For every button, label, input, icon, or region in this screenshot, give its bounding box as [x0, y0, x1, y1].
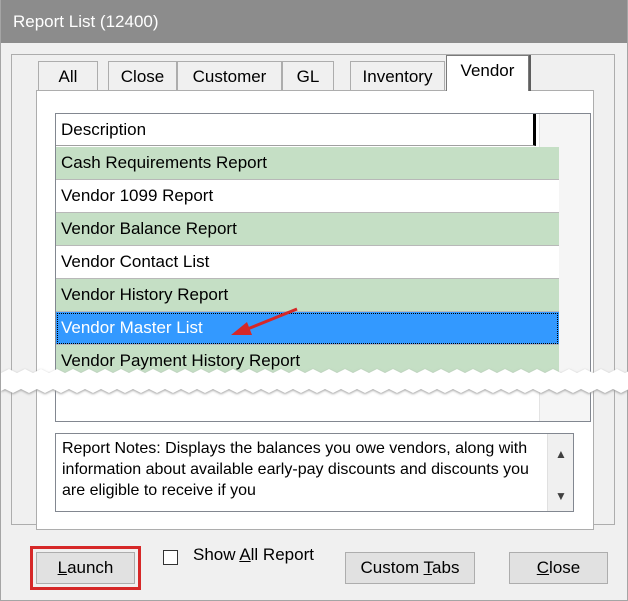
- report-notes-text: Report Notes: Displays the balances you …: [62, 440, 529, 499]
- launch-button[interactable]: Launch: [36, 552, 135, 584]
- list-item[interactable]: Vendor Balance Report: [56, 213, 559, 246]
- torn-edge-divider: [1, 369, 628, 394]
- list-item[interactable]: Cash Requirements Report: [56, 147, 559, 180]
- report-list-window: Report List (12400) All Close Customer G…: [0, 0, 628, 601]
- list-item[interactable]: Vendor 1099 Report: [56, 180, 559, 213]
- show-all-report-checkbox[interactable]: [163, 550, 178, 565]
- window-title: Report List (12400): [1, 0, 627, 43]
- red-arrow-icon: [231, 307, 298, 335]
- tab-customer[interactable]: Customer: [177, 61, 282, 93]
- column-header-description[interactable]: Description: [56, 114, 536, 146]
- custom-tabs-button[interactable]: Custom Tabs: [345, 552, 475, 584]
- tab-inventory[interactable]: Inventory: [350, 61, 445, 93]
- scroll-down-arrow-icon[interactable]: ▼: [548, 486, 573, 507]
- tab-close[interactable]: Close: [108, 61, 177, 93]
- tab-all[interactable]: All: [38, 61, 98, 93]
- tab-vendor[interactable]: Vendor: [446, 55, 529, 91]
- list-item[interactable]: Vendor Contact List: [56, 246, 559, 279]
- scroll-up-arrow-icon[interactable]: ▲: [548, 444, 573, 465]
- report-notes[interactable]: Report Notes: Displays the balances you …: [55, 433, 574, 512]
- show-all-report-label[interactable]: Show All Report: [193, 545, 314, 565]
- notes-scrollbar[interactable]: ▲ ▼: [547, 434, 573, 511]
- list-item-selected[interactable]: Vendor Master List: [56, 312, 559, 345]
- list-item[interactable]: Vendor History Report: [56, 279, 559, 312]
- close-button[interactable]: Close: [509, 552, 608, 584]
- tab-gl[interactable]: GL: [282, 61, 334, 93]
